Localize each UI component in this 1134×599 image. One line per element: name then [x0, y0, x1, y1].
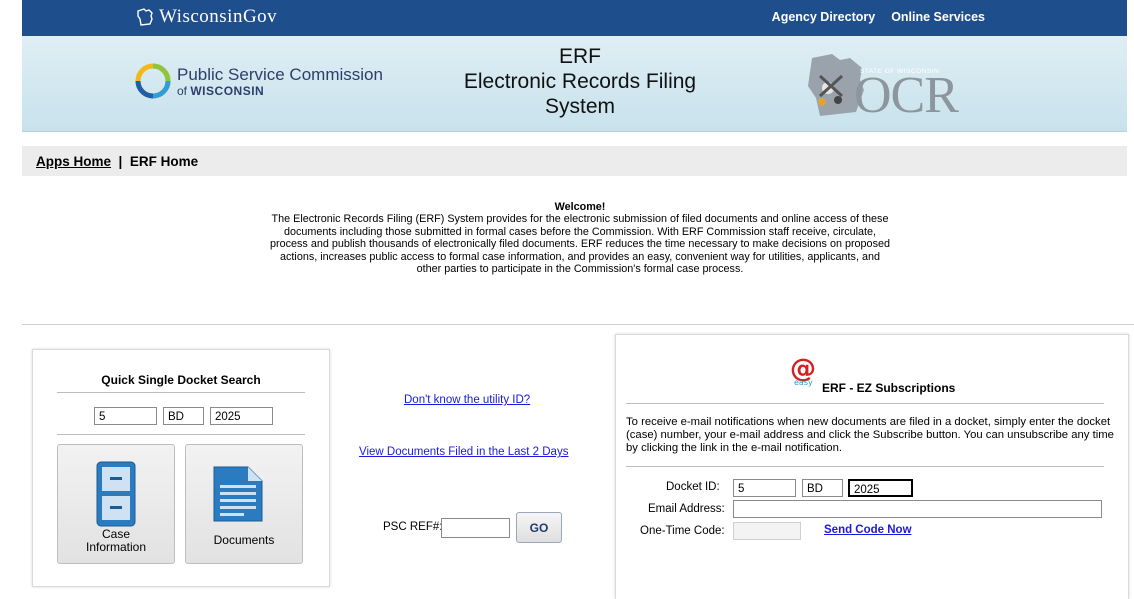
send-code-now-link[interactable]: Send Code Now: [824, 524, 912, 536]
case-info-label-2: Information: [85, 540, 147, 554]
erf-title: ERF Electronic Records Filing System: [426, 44, 734, 119]
top-bar: WisconsinGov Agency Directory Online Ser…: [22, 0, 1127, 36]
utility-id-link[interactable]: Don't know the utility ID?: [404, 394, 530, 406]
docket-id-label: Docket ID:: [666, 481, 720, 493]
quick-docket-search-panel: Quick Single Docket Search 5 BD 2025 Cas…: [32, 349, 330, 587]
docket-type-input[interactable]: BD: [802, 479, 843, 497]
apps-home-link[interactable]: Apps Home: [36, 154, 111, 169]
documents-button[interactable]: Documents: [185, 444, 303, 564]
email-address-input[interactable]: [733, 500, 1102, 518]
wisconsin-gov-text: WisconsinGov: [159, 6, 278, 27]
email-address-label: Email Address:: [648, 503, 725, 515]
wisconsin-gov-logo[interactable]: WisconsinGov: [135, 6, 277, 28]
psc-swirl-icon: [135, 63, 171, 99]
case-information-button[interactable]: Case Information: [57, 444, 175, 564]
case-year-input[interactable]: 2025: [210, 407, 273, 425]
breadcrumb-separator: |: [118, 154, 123, 169]
go-button[interactable]: GO: [516, 512, 562, 543]
ez-subscriptions-title: ERF - EZ Subscriptions: [822, 381, 956, 395]
divider: [626, 403, 1104, 404]
psc-logo[interactable]: Public Service Commission of WISCONSIN: [135, 63, 383, 99]
ocr-text: OCR: [854, 67, 959, 124]
welcome-section: Welcome! The Electronic Records Filing (…: [270, 201, 890, 275]
psc-ref-label: PSC REF#:: [383, 521, 443, 533]
agency-directory-link[interactable]: Agency Directory: [772, 10, 876, 24]
file-cabinet-icon: [96, 461, 136, 527]
divider: [626, 466, 1104, 467]
document-icon: [213, 466, 263, 522]
easy-logo-text: easy: [794, 378, 813, 387]
divider: [57, 392, 305, 393]
erf-home-crumb: ERF Home: [129, 154, 199, 169]
erf-title-line-3: System: [544, 95, 615, 118]
divider: [57, 434, 305, 435]
easy-subscribe-icon: @ easy: [790, 354, 816, 387]
wisconsin-state-icon: [137, 8, 153, 26]
welcome-text: The Electronic Records Filing (ERF) Syst…: [270, 213, 890, 276]
quick-search-title: Quick Single Docket Search: [101, 373, 261, 387]
welcome-title: Welcome!: [554, 201, 606, 213]
docket-utility-input[interactable]: 5: [733, 479, 796, 497]
one-time-code-input[interactable]: [733, 522, 801, 540]
banner: Public Service Commission of WISCONSIN E…: [22, 36, 1127, 132]
top-links: Agency Directory Online Services: [772, 10, 985, 24]
one-time-code-label: One-Time Code:: [640, 525, 725, 537]
ez-subscriptions-description: To receive e-mail notifications when new…: [626, 416, 1114, 454]
psc-ref-input[interactable]: [441, 518, 510, 538]
documents-label: Documents: [213, 533, 275, 547]
ocr-logo: STATE OF WISCONSIN OCR: [792, 50, 982, 124]
online-services-link[interactable]: Online Services: [891, 10, 985, 24]
docket-year-input[interactable]: 2025: [848, 479, 913, 497]
erf-title-line-2: Electronic Records Filing: [463, 70, 697, 93]
case-type-input[interactable]: BD: [163, 407, 204, 425]
divider: [22, 324, 1134, 325]
ez-subscriptions-panel: @ easy ERF - EZ Subscriptions To receive…: [615, 334, 1129, 599]
psc-state: of WISCONSIN: [177, 83, 265, 98]
psc-name: Public Service Commission: [177, 64, 383, 84]
breadcrumb: Apps Home | ERF Home: [22, 146, 1127, 176]
erf-title-line-1: ERF: [559, 45, 601, 68]
recent-documents-link[interactable]: View Documents Filed in the Last 2 Days: [359, 446, 568, 458]
utility-id-input[interactable]: 5: [94, 407, 157, 425]
